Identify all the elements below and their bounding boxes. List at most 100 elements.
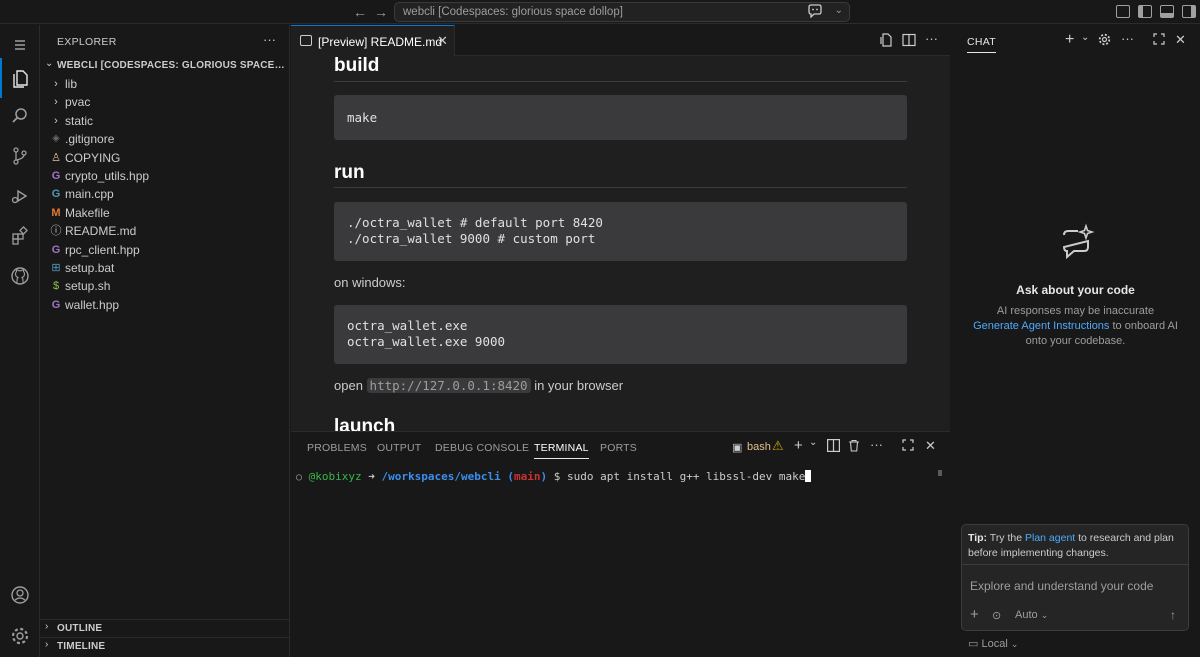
tree-item-gitignore[interactable]: ◈ .gitignore: [40, 130, 290, 148]
more-actions-icon[interactable]: ···: [870, 437, 883, 452]
chevron-right-icon: ›: [54, 96, 58, 109]
chat-title[interactable]: CHAT: [967, 36, 997, 53]
terminal-prompt-line[interactable]: ○ @kobixyz ➜ /workspaces/webcli (main) $…: [296, 470, 812, 483]
extensions-icon[interactable]: [0, 218, 40, 254]
generate-instructions-link[interactable]: Generate Agent Instructions: [973, 320, 1109, 332]
search-icon[interactable]: [0, 98, 40, 134]
forward-arrow-icon[interactable]: →: [372, 3, 390, 21]
chevron-down-icon[interactable]: ⌄: [835, 5, 843, 16]
tab-problems[interactable]: PROBLEMS: [307, 442, 367, 454]
toggle-sidebar-icon[interactable]: [1138, 5, 1152, 18]
tree-item-label: rpc_client.hpp: [65, 242, 140, 257]
tree-item-label: .gitignore: [65, 132, 115, 147]
tree-item-main-cpp[interactable]: G main.cpp: [40, 185, 290, 203]
paragraph-open: open http://127.0.0.1:8420 in your brows…: [334, 378, 623, 393]
chat-description: AI responses may be inaccurate Generate …: [971, 304, 1180, 349]
copilot-icon[interactable]: [807, 4, 823, 21]
customize-layout-icon[interactable]: [1116, 5, 1130, 18]
open-source-icon[interactable]: [880, 33, 893, 50]
tab-terminal[interactable]: TERMINAL: [534, 442, 589, 459]
tree-item-static[interactable]: › static: [40, 112, 290, 130]
gear-icon[interactable]: [1098, 33, 1111, 49]
send-arrow-icon[interactable]: ↑: [1170, 608, 1176, 622]
github-icon[interactable]: [0, 258, 40, 294]
terminal-shell-label[interactable]: bash: [747, 441, 771, 453]
tab-output[interactable]: OUTPUT: [377, 442, 421, 454]
code-block-build: make: [334, 95, 907, 140]
tree-item-label: main.cpp: [65, 187, 114, 202]
tree-item-wallet-hpp[interactable]: G wallet.hpp: [40, 296, 290, 314]
split-editor-icon[interactable]: [902, 33, 916, 50]
workspace-folder-label: WEBCLI [CODESPACES: GLORIOUS SPACE DOLLO…: [57, 60, 287, 71]
warning-icon[interactable]: ⚠: [772, 438, 784, 454]
outline-label: OUTLINE: [57, 623, 103, 634]
paragraph-windows: on windows:: [334, 275, 406, 290]
trash-icon[interactable]: [848, 439, 860, 455]
toggle-secondary-sidebar-icon[interactable]: [1182, 5, 1196, 18]
toggle-panel-icon[interactable]: [1160, 5, 1174, 18]
sidebar-header: EXPLORER ···: [40, 25, 290, 57]
plan-agent-link[interactable]: Plan agent: [1025, 532, 1075, 544]
code-line: make: [347, 110, 378, 125]
timeline-label: TIMELINE: [57, 641, 106, 652]
mode-picker[interactable]: Auto ⌄: [1015, 609, 1048, 621]
more-actions-icon[interactable]: ···: [925, 31, 938, 46]
chevron-down-icon: ⌄: [1040, 610, 1049, 620]
tree-item-setup-bat[interactable]: ⊞ setup.bat: [40, 259, 290, 277]
command-center[interactable]: webcli [Codespaces: glorious space dollo…: [394, 2, 850, 22]
more-actions-icon[interactable]: ···: [263, 32, 276, 47]
tab-readme-preview[interactable]: [Preview] README.md ✕: [291, 25, 455, 56]
chevron-down-icon[interactable]: ⌄: [809, 437, 817, 448]
chat-input-placeholder[interactable]: Explore and understand your code: [970, 579, 1153, 593]
new-chat-icon[interactable]: +: [1065, 31, 1074, 49]
dollar-icon: $: [52, 280, 60, 293]
tree-item-setup-sh[interactable]: $ setup.sh: [40, 277, 290, 295]
chat-tip: Tip: Try the Plan agent to research and …: [961, 524, 1189, 564]
tree-item-label: pvac: [65, 95, 91, 110]
tree-item-crypto-utils[interactable]: G crypto_utils.hpp: [40, 167, 290, 185]
tools-icon[interactable]: ⊙: [992, 609, 1001, 622]
tab-ports[interactable]: PORTS: [600, 442, 637, 454]
terminal-prompt: $: [553, 470, 561, 483]
outline-section[interactable]: › OUTLINE: [40, 619, 290, 637]
windows-icon: ⊞: [51, 262, 61, 274]
chevron-down-icon[interactable]: ⌄: [1081, 32, 1089, 43]
bottom-panel: PROBLEMS OUTPUT DEBUG CONSOLE TERMINAL P…: [291, 431, 950, 657]
makefile-icon: M: [51, 206, 61, 219]
terminal-branch-open: (: [507, 470, 514, 483]
chat-heading: Ask about your code: [1016, 283, 1135, 297]
gear-icon[interactable]: [0, 618, 40, 654]
session-location-picker[interactable]: ▭ Local ⌄: [968, 637, 1018, 650]
explorer-icon[interactable]: [0, 58, 40, 98]
tree-item-pvac[interactable]: › pvac: [40, 93, 290, 111]
close-icon[interactable]: ✕: [925, 438, 936, 454]
chat-input-box[interactable]: Explore and understand your code + ⊙ Aut…: [961, 564, 1189, 631]
run-debug-icon[interactable]: [0, 178, 40, 214]
tree-item-makefile[interactable]: M Makefile: [40, 204, 290, 222]
terminal-cursor: [805, 470, 812, 482]
maximize-icon[interactable]: [1153, 33, 1165, 48]
timeline-section[interactable]: › TIMELINE: [40, 637, 290, 655]
tree-item-copying[interactable]: ♙ COPYING: [40, 149, 290, 167]
close-icon[interactable]: ✕: [437, 33, 448, 49]
terminal-scrollbar[interactable]: [938, 470, 942, 476]
tab-debug-console[interactable]: DEBUG CONSOLE: [435, 442, 529, 454]
tree-item-readme[interactable]: ⓘ README.md: [40, 222, 290, 240]
back-arrow-icon[interactable]: ←: [351, 3, 369, 21]
new-terminal-icon[interactable]: +: [794, 437, 803, 454]
add-context-icon[interactable]: +: [970, 606, 979, 623]
account-icon[interactable]: [0, 577, 40, 613]
chevron-down-icon: ⌄: [45, 58, 54, 69]
tip-text: Try the: [987, 532, 1025, 544]
workspace-folder[interactable]: ⌄ WEBCLI [CODESPACES: GLORIOUS SPACE DOL…: [40, 57, 290, 75]
maximize-panel-icon[interactable]: [902, 439, 914, 454]
markdown-preview: build make run ./octra_wallet # default …: [291, 56, 950, 431]
code-line: octra_wallet.exe: [347, 318, 468, 333]
terminal-branch: main: [513, 470, 541, 483]
split-terminal-icon[interactable]: [827, 439, 841, 455]
tree-item-rpc-client[interactable]: G rpc_client.hpp: [40, 241, 290, 259]
tree-item-lib[interactable]: › lib: [40, 75, 290, 93]
source-control-icon[interactable]: [0, 138, 40, 174]
more-actions-icon[interactable]: ···: [1121, 31, 1134, 46]
close-icon[interactable]: ✕: [1175, 32, 1186, 48]
